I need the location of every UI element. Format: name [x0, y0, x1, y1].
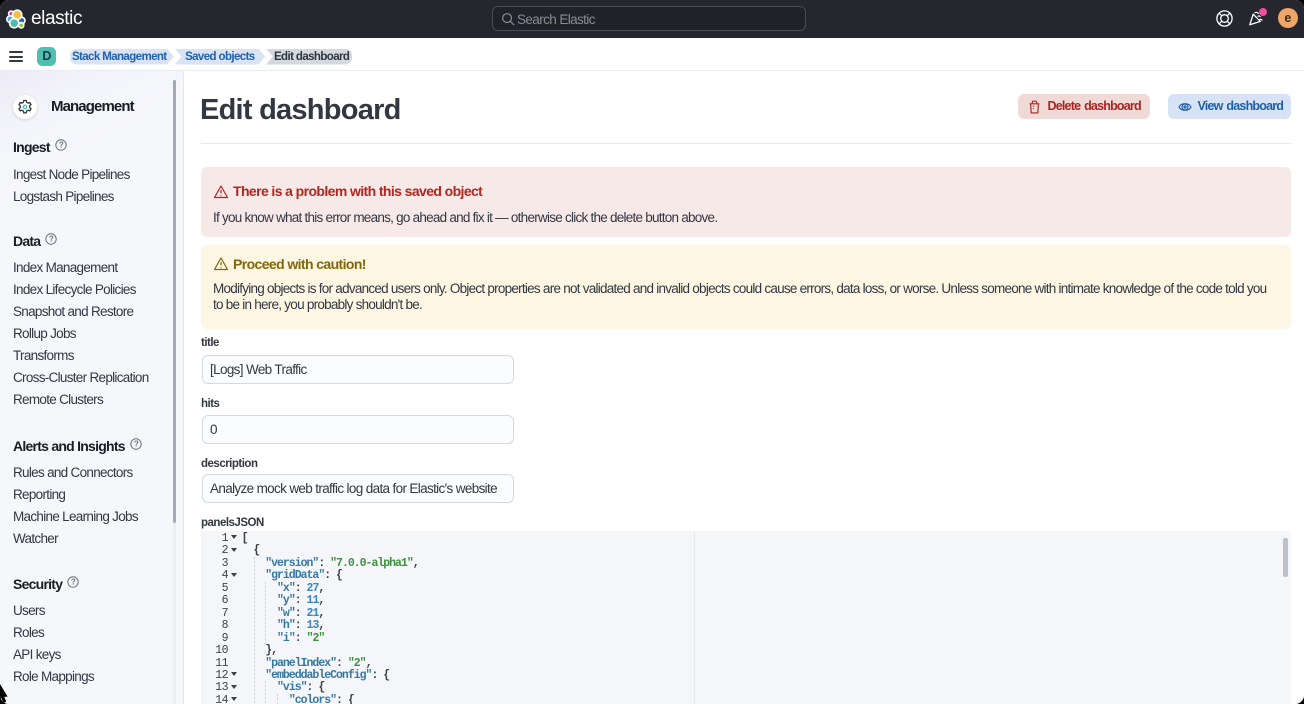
svg-text:?: ?	[59, 141, 64, 150]
svg-text:?: ?	[71, 578, 76, 587]
svg-text:?: ?	[49, 235, 54, 244]
svg-text:?: ?	[134, 440, 139, 449]
